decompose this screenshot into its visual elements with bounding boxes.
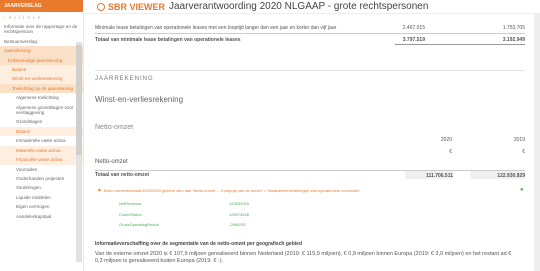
currency-2020: € [449,149,452,155]
sidebar-item[interactable]: Aandelenkapitaal [0,212,83,221]
row-total-netto-omzet: Totaal van netto-omzet [95,172,150,178]
validation-value-netrevenue: 123933929 [229,201,250,206]
sidebar-item[interactable]: Vorderingen [0,183,83,192]
sidebar-item[interactable]: Onderhanden projecten [0,174,83,183]
sidebar-item[interactable]: Grondslagen [0,117,83,126]
row-divider [95,170,525,171]
sidebar: JAARVERSLAG ‹ × i i i × i × Informatie o… [0,0,84,271]
lease-total-2020: 3.797.519 [402,37,425,43]
sidebar-items: Informatie over de rapportage en de rech… [0,22,83,221]
sidebar-item[interactable]: Balans [0,126,83,137]
info-text: Van de externe omzet 2020 is € 107,9 mil… [95,251,512,264]
info-toggle-icon[interactable]: ● [520,187,524,193]
validation-value-grossresult: -2995292 [229,222,246,227]
sidebar-item[interactable]: Balans [0,65,83,75]
section-subtitle: Netto-omzet [95,124,134,131]
info-title: Informatieverschaffing over de segmentat… [95,241,302,247]
column-header-2020: 2020 [440,137,452,143]
divider [95,33,525,34]
main-scrollbar[interactable] [534,13,540,271]
sidebar-item[interactable]: Eigen vermogen [0,202,83,211]
sidebar-item[interactable]: Winst-en-verliesrekening [0,74,83,84]
lease-row-value-2019: 1.753.705 [502,25,525,31]
column-header-2019: 2019 [513,137,525,143]
sidebar-item[interactable]: Enkelvoudige jaarrekening [0,55,83,66]
total-underline [395,44,525,45]
validation-value-costofsales: 125974626 [229,212,250,217]
sidebar-item[interactable]: Toelichting op de jaarrekening [0,83,83,94]
lease-row-label: Minimale lease betalingen van operatione… [95,25,337,31]
row-netto-omzet: Netto-omzet [95,159,128,165]
sidebar-scrollbar-thumb[interactable] [76,45,82,155]
sidebar-item[interactable]: Materiële vaste activa [0,145,83,156]
document-title: Jaarverantwoording 2020 NLGAAP - grote r… [169,1,429,12]
logo-text: SBR VIEWER [108,2,166,12]
validation-warning: Bruto omzetresultaat 2020/2019 geldt te … [104,188,361,193]
sidebar-item[interactable]: Jaarrekening [0,46,83,56]
total-2020: 111.706.511 [426,173,453,179]
validation-label-costofsales: CostOfSales [119,212,142,217]
lease-total-2019: 3.192.949 [502,37,525,43]
section-title: Winst-en-verliesrekening [95,95,184,104]
sidebar-item[interactable]: Immateriële vaste activa [0,136,83,145]
section-heading: JAARREKENING [95,76,154,82]
sidebar-item[interactable]: Informatie over de rapportage en de rech… [0,22,83,37]
sidebar-item[interactable]: Liquide middelen [0,193,83,202]
total-2019: 122.930.929 [497,173,525,179]
sidebar-subtitle: ‹ × i i i × i × [4,15,42,20]
sidebar-header-label: JAARVERSLAG [4,3,42,9]
sidebar-item[interactable]: Algemene toelichting [0,93,83,102]
logo[interactable]: SBR VIEWER [97,2,165,12]
top-bar: SBR VIEWER Jaarverantwoording 2020 NLGAA… [83,0,540,14]
sidebar-header[interactable]: JAARVERSLAG [0,0,83,12]
sidebar-item[interactable]: Financiële vaste activa [0,155,83,165]
logo-icon [97,3,105,11]
sidebar-item[interactable]: Voorraden [0,165,83,174]
section-divider [95,70,525,71]
warning-icon: ▲ [97,187,102,193]
lease-total-label: Totaal van minimale lease betalingen van… [95,37,241,43]
currency-2019: € [522,149,525,155]
lease-row-value-2020: 2.467.015 [402,25,425,31]
sidebar-item[interactable]: Bestuursverslag [0,37,83,46]
validation-label-grossresult: GrossOperatingResult [119,222,159,227]
sidebar-item[interactable]: Algemene grondslagen voor verslaggeving [0,103,83,118]
validation-label-netrevenue: NetRevenue [119,201,142,206]
